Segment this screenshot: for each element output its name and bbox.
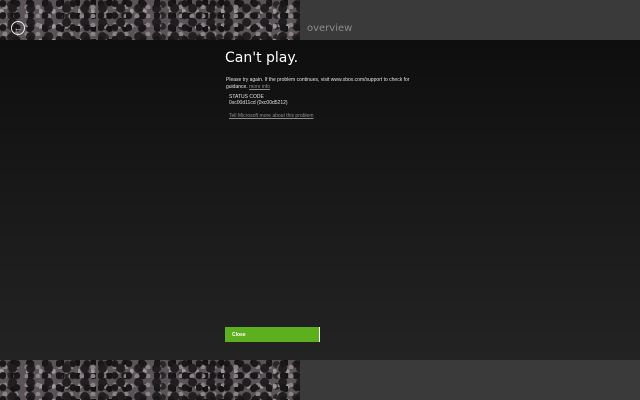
arrow-left-icon: ← (13, 22, 23, 33)
hero-image-top (0, 0, 300, 40)
hero-image-bottom (0, 360, 300, 400)
dialog-title: Can't play. (225, 50, 299, 66)
error-message: Please try again. If the problem continu… (226, 77, 426, 91)
app-window: ← overview Can't play. Please try again.… (0, 0, 640, 400)
status-block: STATUS CODE 0xc00d11cd (0xc00d5212) (229, 94, 288, 106)
more-info-link[interactable]: more info (249, 84, 270, 90)
close-button[interactable]: Close (225, 327, 320, 342)
error-dialog: Can't play. Please try again. If the pro… (0, 40, 640, 360)
tell-microsoft-link[interactable]: Tell Microsoft more about this problem (229, 113, 313, 119)
status-code: 0xc00d11cd (0xc00d5212) (229, 100, 288, 106)
section-title: overview (307, 23, 353, 34)
back-button[interactable]: ← (11, 21, 25, 35)
